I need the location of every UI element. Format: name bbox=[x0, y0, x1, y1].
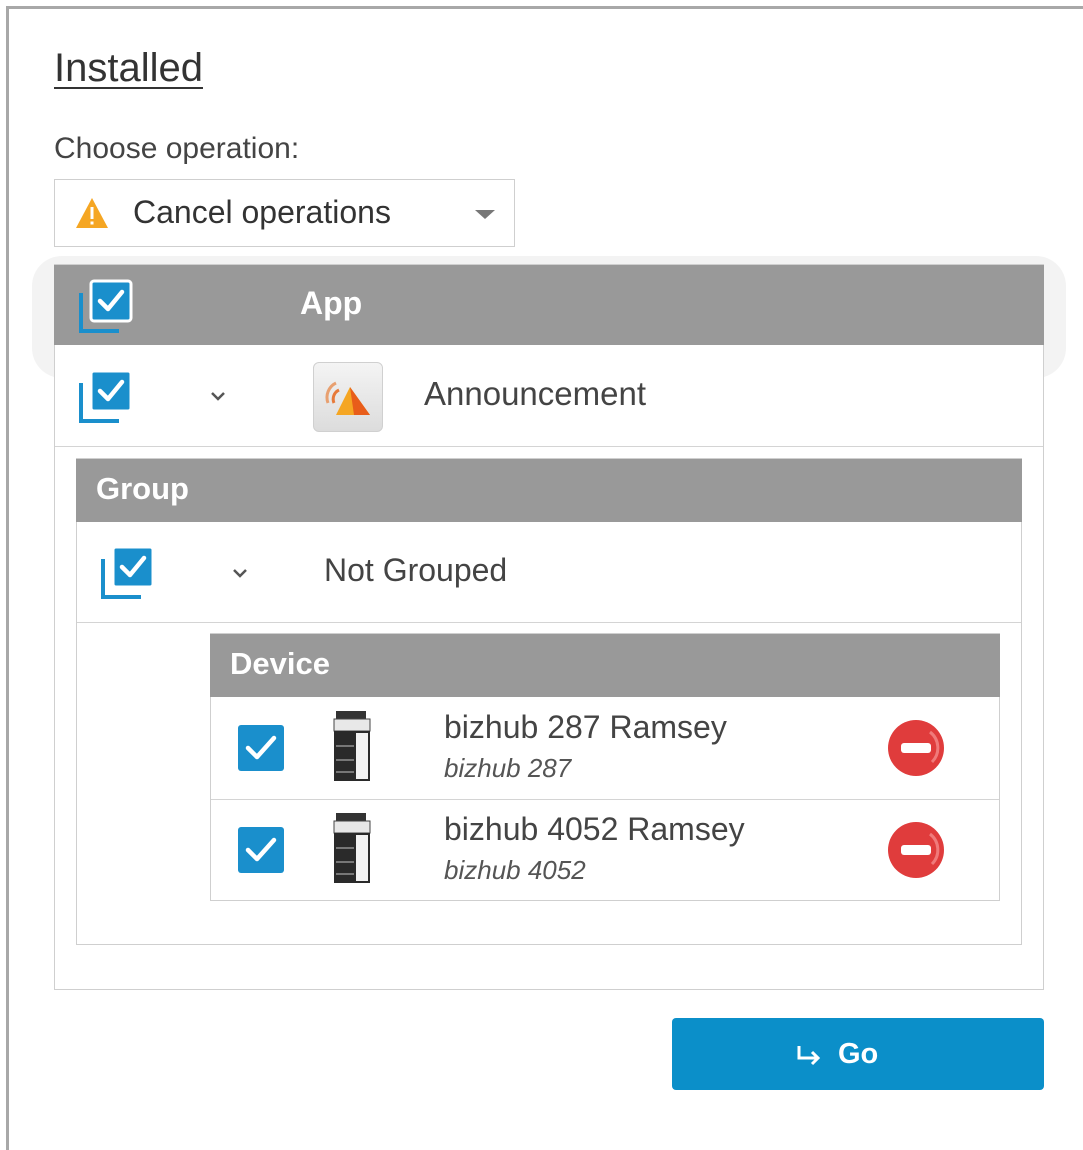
enter-arrow-icon bbox=[797, 1046, 821, 1066]
divider bbox=[77, 622, 1021, 623]
window-border-top bbox=[8, 6, 1083, 9]
device-name: bizhub 287 Ramsey bbox=[444, 709, 727, 745]
group-table-header: Group bbox=[76, 459, 1022, 522]
app-table-header: App bbox=[54, 265, 1044, 345]
go-button[interactable]: Go bbox=[672, 1018, 1044, 1090]
announcement-app-icon bbox=[313, 362, 383, 432]
group-name: Not Grouped bbox=[324, 552, 508, 588]
printer-icon bbox=[333, 813, 371, 883]
operation-select[interactable]: Cancel operations bbox=[54, 179, 515, 247]
window-border-left bbox=[6, 6, 9, 1150]
remove-device-icon[interactable] bbox=[886, 718, 946, 778]
operation-select-value: Cancel operations bbox=[133, 194, 391, 230]
group-row-checkbox[interactable] bbox=[101, 545, 155, 599]
chevron-down-icon[interactable] bbox=[208, 390, 228, 402]
device-model: bizhub 287 bbox=[444, 753, 572, 783]
app-name: Announcement bbox=[424, 375, 646, 412]
go-button-label: Go bbox=[838, 1038, 879, 1070]
device-column-header: Device bbox=[230, 646, 330, 681]
remove-device-icon[interactable] bbox=[886, 820, 946, 880]
page-title: Installed bbox=[54, 46, 203, 90]
device-model: bizhub 4052 bbox=[444, 855, 586, 885]
app-column-header: App bbox=[300, 285, 363, 321]
chevron-down-icon[interactable] bbox=[230, 567, 250, 579]
warning-icon bbox=[76, 198, 108, 228]
group-column-header: Group bbox=[96, 471, 189, 506]
device-checkbox[interactable] bbox=[238, 725, 284, 771]
operation-label: Choose operation: bbox=[54, 132, 300, 165]
app-row-checkbox[interactable] bbox=[79, 369, 133, 423]
device-name: bizhub 4052 Ramsey bbox=[444, 811, 745, 847]
printer-icon bbox=[333, 711, 371, 781]
chevron-down-icon[interactable] bbox=[475, 210, 495, 219]
divider bbox=[211, 799, 999, 800]
device-table-header: Device bbox=[210, 634, 1000, 697]
device-checkbox[interactable] bbox=[238, 827, 284, 873]
select-all-apps-checkbox[interactable] bbox=[79, 279, 133, 333]
divider bbox=[55, 446, 1043, 447]
